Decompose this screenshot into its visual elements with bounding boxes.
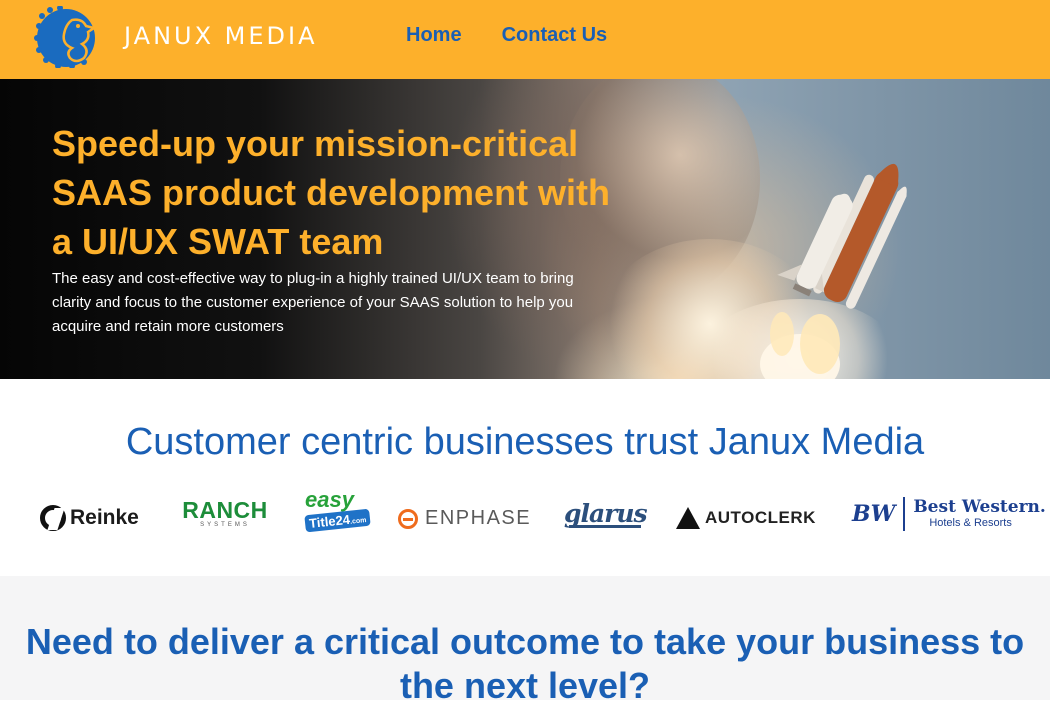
ranch-systems-logo: RANCH SYSTEMS: [178, 497, 272, 528]
bw-mark: BW: [852, 501, 896, 527]
autoclerk-logo: AUTOCLERK: [676, 507, 816, 529]
clients-section: Customer centric businesses trust Janux …: [0, 379, 1050, 576]
autoclerk-logo-text: AUTOCLERK: [705, 508, 816, 527]
best-western-logo: BW Best Western. Hotels & Resorts: [852, 497, 1046, 531]
glarus-logo: glarus: [564, 499, 648, 528]
ranch-logo-text: RANCH: [182, 497, 268, 523]
clients-heading: Customer centric businesses trust Janux …: [125, 421, 925, 463]
reinke-logo-text: Reinke: [70, 506, 139, 529]
enphase-mark-icon: [398, 508, 418, 529]
reinke-mark-icon: [40, 505, 66, 531]
reinke-logo: Reinke: [40, 505, 139, 531]
seahorse-logo-icon[interactable]: [34, 6, 102, 68]
hero-subtitle: The easy and cost-effective way to plug-…: [52, 270, 574, 335]
cta-heading: Need to deliver a critical outcome to ta…: [25, 621, 1025, 706]
title24-badge: Title24.com: [304, 508, 372, 533]
hero-title: Speed-up your mission-critical SAAS prod…: [52, 123, 611, 262]
bw-name: Best Western.: [913, 497, 1046, 517]
cta-section: Need to deliver a critical outcome to ta…: [0, 576, 1050, 706]
hero-banner: Speed-up your mission-critical SAAS prod…: [0, 79, 1050, 379]
glarus-logo-text: glarus: [564, 499, 648, 528]
site-header: JANUX MEDIA Home Contact Us: [0, 0, 1050, 79]
enphase-logo: ENPHASE: [398, 507, 531, 530]
glarus-underline: [569, 525, 642, 528]
easy-title24-logo: easy Title24.com: [304, 487, 372, 533]
enphase-logo-text: ENPHASE: [425, 507, 532, 529]
nav-home-link[interactable]: Home: [406, 24, 462, 47]
autoclerk-mark-icon: [676, 507, 700, 529]
title24-text: Title24: [308, 511, 351, 531]
easy-logo-text: easy: [305, 487, 354, 512]
main-nav: Home Contact Us: [406, 24, 607, 47]
client-logo-row: Reinke RANCH SYSTEMS easy Title24.com EN…: [0, 489, 1050, 549]
bw-text-block: Best Western. Hotels & Resorts: [913, 499, 1046, 529]
ranch-logo-subtext: SYSTEMS: [200, 522, 250, 528]
brand-name[interactable]: JANUX MEDIA: [124, 22, 318, 50]
bw-tagline: Hotels & Resorts: [929, 517, 1012, 529]
bw-divider: [903, 497, 906, 531]
nav-contact-link[interactable]: Contact Us: [502, 24, 608, 47]
space-shuttle-image: [760, 164, 907, 379]
title24-suffix: .com: [349, 517, 367, 526]
